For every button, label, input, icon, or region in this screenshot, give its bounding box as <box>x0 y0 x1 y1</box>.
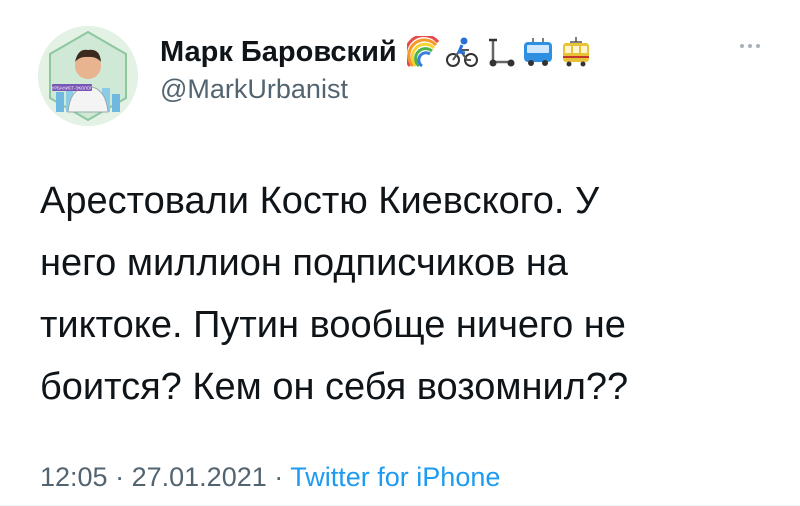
rainbow-icon <box>406 36 439 68</box>
tweet-line: тиктоке. Путин вообще ничего не <box>40 304 626 346</box>
user-handle[interactable]: @MarkUrbanist <box>160 74 593 105</box>
tweet-time[interactable]: 12:05 <box>40 462 108 492</box>
tweet-date[interactable]: 27.01.2021 <box>132 462 267 492</box>
user-info: Марк Баровский @MarkUrbanist <box>160 34 593 105</box>
name-row: Марк Баровский <box>160 34 593 70</box>
tram-icon <box>562 37 589 67</box>
dot-icon <box>740 44 744 48</box>
name-emojis <box>406 36 593 68</box>
avatar-badge-text: УРБАНИСТ-ЭКОЛОГ <box>52 86 93 91</box>
bus-icon <box>523 38 552 66</box>
tweet-line: Арестовали Костю Киевского. У <box>40 180 600 222</box>
tweet-card: УРБАНИСТ-ЭКОЛОГ Марк Баровский @MarkUrba… <box>0 0 800 506</box>
meta-separator: · <box>274 462 284 492</box>
meta-separator: · <box>115 462 125 492</box>
display-name[interactable]: Марк Баровский <box>160 36 397 69</box>
tweet-text: Арестовали Костю Киевского. У него милли… <box>40 170 760 418</box>
tweet-line: него миллион подписчиков на <box>40 242 568 284</box>
tweet-line: боится? Кем он себя возомнил?? <box>40 366 629 408</box>
avatar[interactable]: УРБАНИСТ-ЭКОЛОГ <box>38 26 138 126</box>
tweet-source-link[interactable]: Twitter for iPhone <box>290 462 500 492</box>
cyclist-icon <box>445 37 478 67</box>
avatar-image: УРБАНИСТ-ЭКОЛОГ <box>38 26 138 126</box>
scooter-icon <box>488 38 515 67</box>
more-options-icon[interactable] <box>740 44 760 48</box>
dot-icon <box>756 44 760 48</box>
dot-icon <box>748 44 752 48</box>
tweet-meta: 12:05 · 27.01.2021 · Twitter for iPhone <box>40 462 500 493</box>
